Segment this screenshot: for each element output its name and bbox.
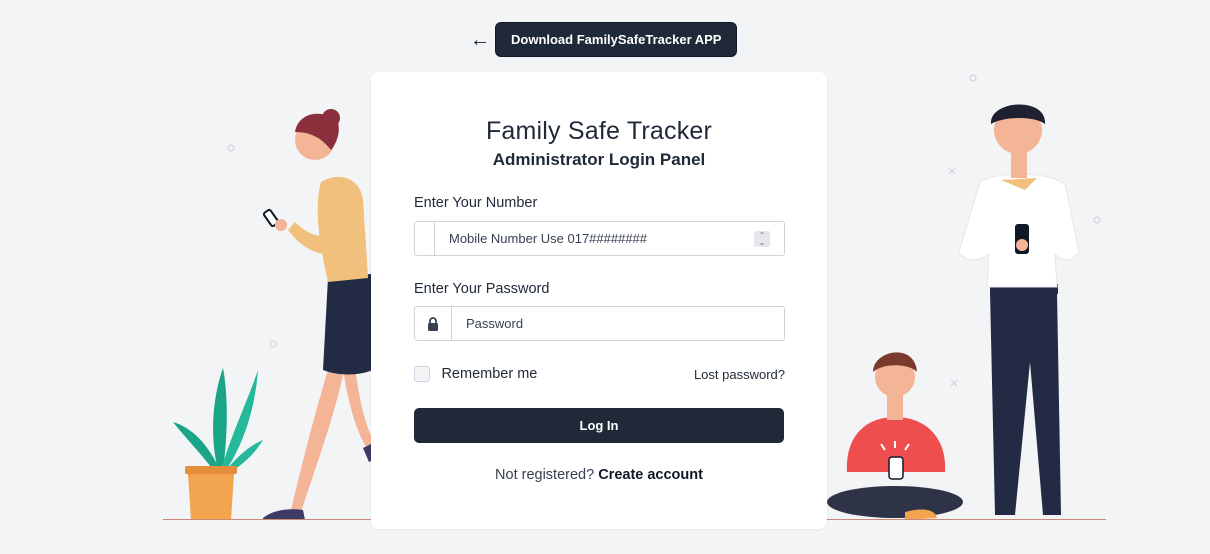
lock-icon	[415, 307, 452, 340]
page-title: Family Safe Tracker	[485, 117, 713, 145]
lost-password-link[interactable]: Lost password?	[694, 367, 785, 382]
password-field[interactable]: Password	[414, 306, 785, 341]
remember-row: Remember me Lost password?	[414, 365, 785, 383]
arrow-left-icon[interactable]: ←	[470, 30, 490, 50]
password-label: Enter Your Password	[414, 281, 550, 297]
number-label: Enter Your Number	[414, 195, 538, 211]
password-input[interactable]: Password	[466, 316, 784, 331]
remember-label[interactable]: Remember me	[441, 366, 537, 382]
not-registered-text: Not registered?	[495, 467, 595, 483]
create-account-link[interactable]: Create account	[598, 467, 703, 483]
download-app-button[interactable]: Download FamilySafeTracker APP	[495, 22, 738, 57]
number-stepper-icon[interactable]: ⌃ ⌄	[754, 230, 770, 247]
page-subtitle: Administrator Login Panel	[492, 150, 706, 169]
login-button[interactable]: Log In	[414, 408, 784, 443]
number-field-addon	[415, 222, 435, 255]
number-input[interactable]: Mobile Number Use 017########	[449, 231, 754, 246]
register-row: Not registered? Create account	[371, 467, 827, 483]
family-members-illustration	[827, 74, 1101, 520]
remember-checkbox[interactable]	[414, 365, 430, 382]
login-card: Family Safe Tracker Administrator Login …	[371, 72, 827, 529]
number-field[interactable]: Mobile Number Use 017######## ⌃ ⌄	[414, 221, 785, 256]
woman-with-phone-illustration	[173, 109, 378, 520]
